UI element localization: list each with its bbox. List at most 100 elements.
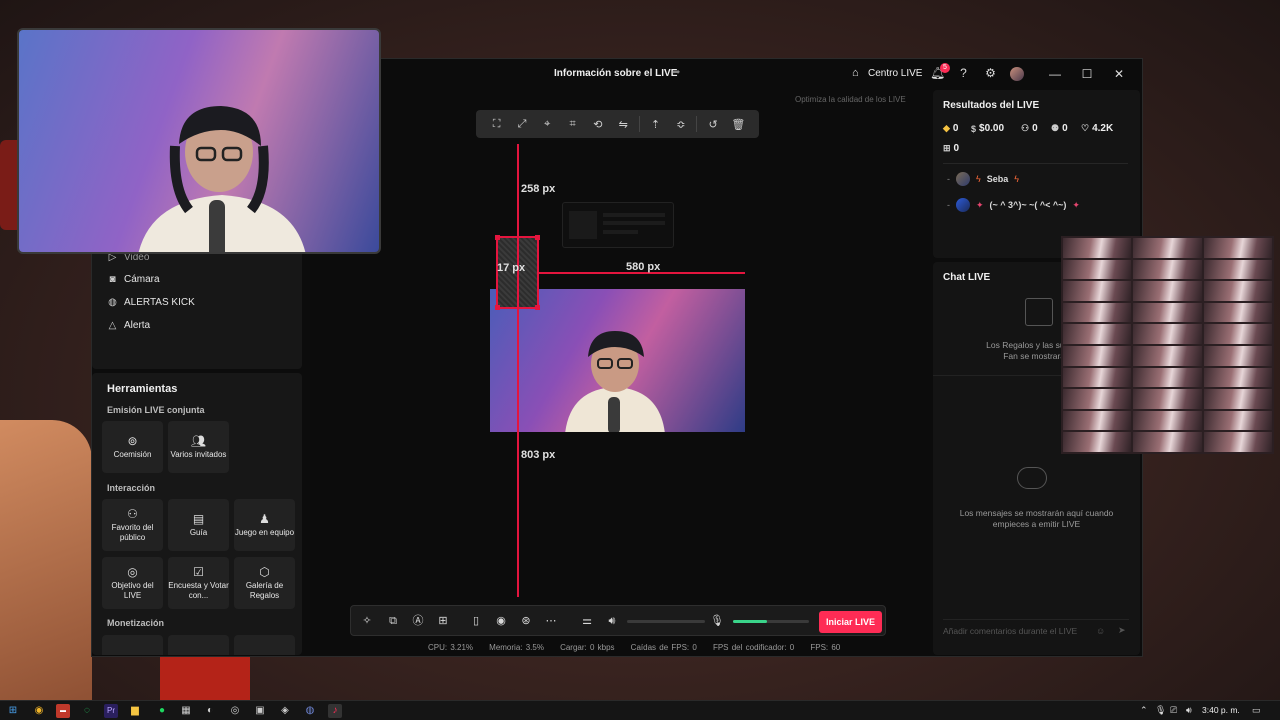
emoji-icon[interactable]: ☺ <box>1096 626 1105 636</box>
phone-icon[interactable]: ▯ <box>468 614 484 628</box>
home-icon[interactable]: ⌂ <box>852 67 859 79</box>
tool-multi-guest[interactable]: 👥︎ Varios invitados <box>168 421 229 473</box>
discord-icon[interactable]: ◍ <box>303 704 317 718</box>
chrome-icon[interactable]: ◉ <box>32 704 46 718</box>
center-icon[interactable]: ⌖ <box>535 118 560 131</box>
tool-monetization-3[interactable] <box>234 635 295 655</box>
share-icon[interactable]: ➦ <box>672 67 680 78</box>
stat-value: 0 <box>953 143 960 154</box>
tray-network-icon[interactable]: ⎚ <box>1170 705 1177 716</box>
ghost-widget-line <box>603 213 665 217</box>
mosaic-tile <box>1133 259 1202 280</box>
send-icon[interactable]: ➤ <box>1118 625 1126 636</box>
section-monetization: Monetización <box>107 618 165 628</box>
live-center-button[interactable]: Centro LIVE <box>868 68 922 79</box>
app-icon[interactable]: ▦ <box>179 704 193 718</box>
tool-poll[interactable]: ☑ Encuesta y Votar con... <box>168 557 229 609</box>
tool-monetization-1[interactable] <box>102 635 163 655</box>
ai-effects-icon[interactable]: Ⓐ <box>410 614 426 628</box>
notifications-icon[interactable]: ▭ <box>1252 705 1261 716</box>
bring-forward-icon[interactable]: ⇡ <box>643 118 668 131</box>
tool-monetization-2[interactable] <box>168 635 229 655</box>
tool-label: Juego en equipo <box>234 527 295 537</box>
speaker-icon[interactable]: 🔊︎ <box>604 614 620 628</box>
app-icon[interactable]: ▬ <box>56 704 70 718</box>
tray-volume-icon[interactable]: 🔊︎ <box>1186 705 1192 716</box>
close-icon[interactable]: ✕ <box>1110 65 1128 83</box>
maximize-icon[interactable]: ☐ <box>1078 65 1096 83</box>
record-icon[interactable]: ◉ <box>493 614 509 628</box>
tool-label: Coemisión <box>113 449 152 459</box>
mosaic-tile <box>1203 324 1272 344</box>
video-mosaic-overlay <box>1061 236 1274 454</box>
app-icon[interactable]: ◐ <box>203 704 217 718</box>
poll-icon: ☑ <box>193 564 204 579</box>
stat-value: 0 <box>1062 123 1068 134</box>
add-source-icon[interactable]: ⊞ <box>435 614 451 628</box>
app-icon[interactable]: ◎ <box>228 704 242 718</box>
premiere-icon[interactable]: Pr <box>104 704 118 718</box>
link-icon: ⊚ <box>127 433 138 448</box>
app-icon[interactable]: ◈ <box>278 704 292 718</box>
app-icon[interactable]: ▣ <box>253 704 267 718</box>
crop-icon[interactable]: ⌗ <box>560 118 585 131</box>
profile-avatar[interactable] <box>1010 67 1024 81</box>
layers-icon[interactable]: ≎ <box>668 118 693 131</box>
source-item-alertas-kick[interactable]: ◍ ALERTAS KICK <box>107 294 195 310</box>
resize-handle[interactable] <box>535 235 540 240</box>
mosaic-tile <box>1133 389 1202 409</box>
tool-coemission[interactable]: ⊚ Coemisión <box>102 421 163 473</box>
gift-gallery-icon: ⬡ <box>259 564 270 579</box>
tool-live-goal[interactable]: ◎ Objetivo del LIVE <box>102 557 163 609</box>
folder-icon[interactable]: ▆ <box>128 704 142 718</box>
source-item-alert[interactable]: △ Alerta <box>107 317 150 333</box>
resize-handle[interactable] <box>535 305 540 310</box>
stat-upload: Cargar: 0 kbps <box>560 643 615 652</box>
clock[interactable]: 3:40 p. m. <box>1202 705 1240 715</box>
help-icon[interactable]: ? <box>956 66 971 81</box>
window-title: Información sobre el LIVE <box>554 68 678 79</box>
tool-audience-favorite[interactable]: ⚇ Favorito del público <box>102 499 163 551</box>
rotate-icon[interactable]: ⟲ <box>585 118 610 131</box>
more-icon[interactable]: ⋯ <box>543 614 559 628</box>
whatsapp-icon[interactable]: ◌ <box>80 704 94 718</box>
windows-start-icon[interactable]: ⊞ <box>6 704 20 718</box>
ghost-widget <box>562 202 674 248</box>
mixer-icon[interactable]: ⚌ <box>579 614 595 628</box>
screen-share-icon[interactable]: ⧉ <box>385 614 401 628</box>
tray-mic-icon[interactable]: 🎙︎ <box>1155 705 1166 716</box>
chat-message-line: Los mensajes se mostrarán aquí cuando <box>959 508 1114 518</box>
expand-icon[interactable]: ⤢ <box>509 118 534 131</box>
source-item-camera[interactable]: ◙ Cámara <box>107 271 159 287</box>
minimize-icon[interactable]: — <box>1046 65 1064 83</box>
list-dash: - <box>947 174 950 184</box>
sparkle-icon: ✦ <box>976 199 984 210</box>
tool-team-game[interactable]: ♟ Juego en equipo <box>234 499 295 551</box>
trash-icon[interactable]: 🗑︎ <box>726 118 751 131</box>
team-icon: ♟ <box>259 511 270 526</box>
fit-icon[interactable]: ⛶ <box>484 118 509 131</box>
undo-icon[interactable]: ↺ <box>700 118 725 131</box>
viewer-row[interactable]: - ✦ (~ ^ 3^)~ ~( ^< ^~) ✦ <box>947 198 1080 212</box>
magic-wand-icon[interactable]: ✧ <box>359 614 375 628</box>
resize-handle[interactable] <box>495 305 500 310</box>
viewer-name: Seba <box>986 174 1009 184</box>
tray-chevron-icon[interactable]: ⌃ <box>1140 705 1148 716</box>
flip-icon[interactable]: ⇋ <box>611 118 636 131</box>
tool-label: Objetivo del LIVE <box>111 580 154 600</box>
camera-preview[interactable] <box>490 289 745 432</box>
optimize-quality-hint[interactable]: Optimiza la calidad de los LIVE <box>795 95 906 104</box>
resize-handle[interactable] <box>495 235 500 240</box>
viewer-row[interactable]: - ϟ Seba ϟ <box>947 172 1019 186</box>
replay-icon[interactable]: ⊛ <box>518 614 534 628</box>
go-live-button[interactable]: Iniciar LIVE <box>819 611 882 633</box>
volume-slider[interactable] <box>627 620 705 623</box>
tiktok-live-studio-icon[interactable]: ♪ <box>328 704 342 718</box>
tool-guide[interactable]: ▤ Guía <box>168 499 229 551</box>
spotify-icon[interactable]: ● <box>155 704 169 718</box>
microphone-icon[interactable]: 🎙︎ <box>709 614 725 628</box>
tool-gift-gallery[interactable]: ⬡ Galería de Regalos <box>234 557 295 609</box>
settings-icon[interactable]: ⚙ <box>983 66 998 81</box>
stat-new-followers: ⚇ 0 <box>1021 123 1038 134</box>
mosaic-tile <box>1133 367 1202 388</box>
